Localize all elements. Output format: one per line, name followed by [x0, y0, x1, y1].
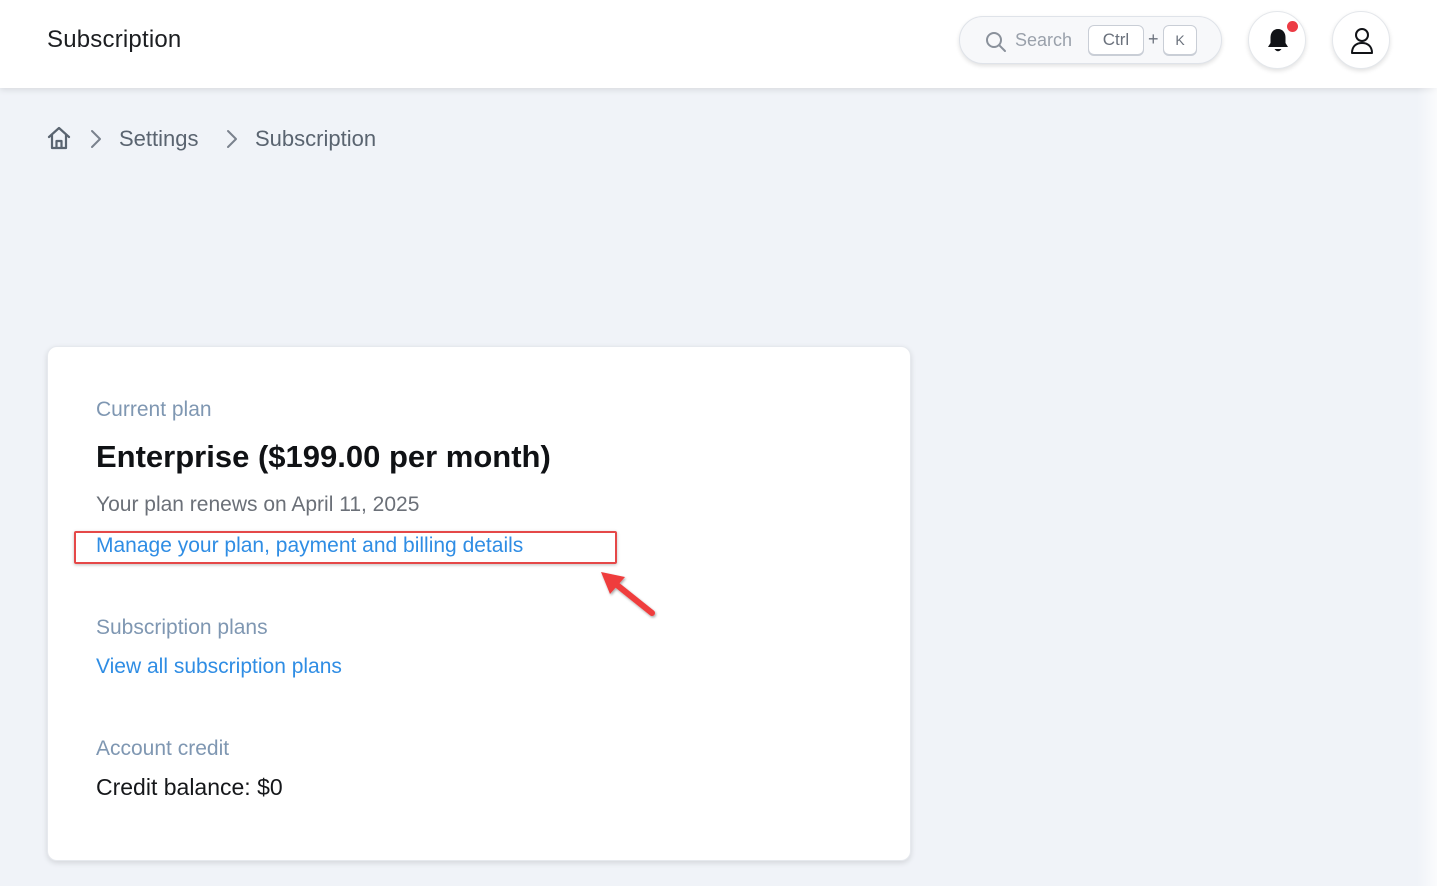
chevron-right-icon	[91, 130, 101, 148]
home-icon[interactable]	[46, 125, 72, 151]
subscription-card: Current plan Enterprise ($199.00 per mon…	[47, 346, 911, 861]
chevron-right-icon	[227, 130, 237, 148]
highlight-annotation-box	[74, 531, 617, 564]
view-plans-link[interactable]: View all subscription plans	[96, 655, 342, 679]
account-credit-label: Account credit	[96, 737, 230, 760]
search-placeholder: Search	[1015, 30, 1073, 50]
scroll-edge-shade	[1417, 88, 1437, 886]
renewal-date-text: Your plan renews on April 11, 2025	[96, 493, 420, 516]
current-plan-label: Current plan	[96, 398, 212, 421]
arrow-pointer-icon	[601, 572, 655, 616]
top-header: Subscription Search Ctrl + K	[0, 0, 1437, 88]
search-bar[interactable]: Search Ctrl + K	[959, 16, 1222, 64]
search-icon	[986, 32, 1006, 52]
user-icon	[1351, 28, 1373, 54]
notification-badge	[1287, 21, 1298, 32]
shortcut-key-ctrl: Ctrl	[1088, 25, 1144, 55]
page-title: Subscription	[47, 26, 182, 53]
breadcrumb-settings[interactable]: Settings	[119, 126, 199, 152]
notifications-button[interactable]	[1248, 11, 1306, 69]
shortcut-key-k: K	[1163, 25, 1197, 55]
account-button[interactable]	[1332, 11, 1390, 69]
breadcrumb-subscription: Subscription	[255, 126, 377, 151]
plan-name: Enterprise ($199.00 per month)	[96, 439, 551, 474]
shortcut-plus: +	[1148, 29, 1159, 49]
credit-balance-text: Credit balance: $0	[96, 774, 283, 800]
subscription-plans-label: Subscription plans	[96, 616, 268, 639]
